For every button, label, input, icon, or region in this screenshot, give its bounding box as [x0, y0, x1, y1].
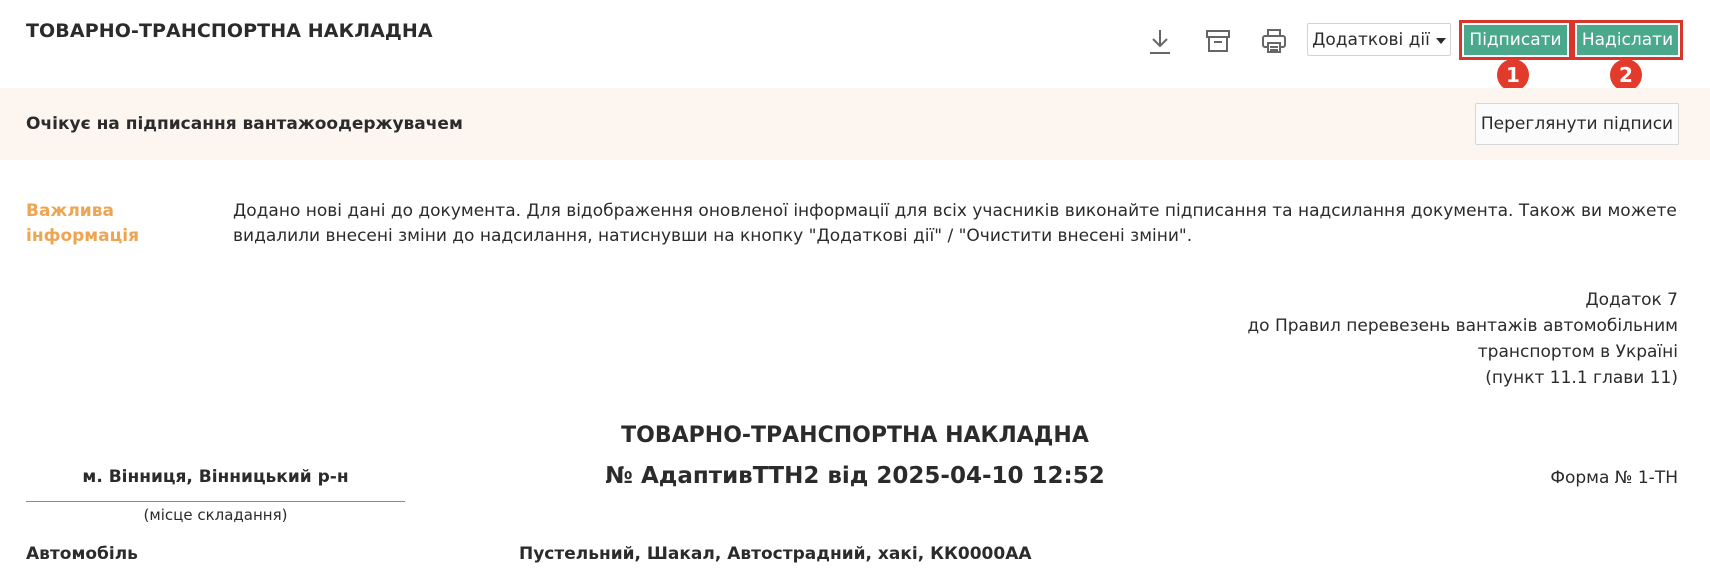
- step-badge-1: 1: [1497, 59, 1529, 91]
- appendix-line: транспортом в Україні: [1477, 342, 1678, 362]
- view-signatures-button[interactable]: Переглянути підписи: [1475, 103, 1679, 145]
- caret-down-icon: [1435, 37, 1446, 44]
- archive-icon[interactable]: [1201, 24, 1235, 58]
- divider: [26, 501, 405, 502]
- send-button[interactable]: Надіслати: [1572, 20, 1683, 60]
- notice-label: Важлива інформація: [26, 201, 139, 246]
- more-actions-dropdown[interactable]: Додаткові дії: [1307, 23, 1451, 56]
- status-text: Очікує на підписання вантажоодержувачем: [26, 114, 463, 134]
- appendix-line: Додаток 7: [1585, 290, 1678, 310]
- place-caption: (місце складання): [143, 506, 288, 524]
- print-icon[interactable]: [1257, 24, 1291, 58]
- document-title: ТОВАРНО-ТРАНСПОРТНА НАКЛАДНА: [621, 423, 1089, 448]
- vehicle-value: Пустельний, Шакал, Автострадний, хакі, К…: [519, 544, 1032, 564]
- appendix-note: Додаток 7 до Правил перевезень вантажів …: [1247, 287, 1678, 391]
- place-of-issue: м. Вінниця, Вінницький р-н: [82, 467, 349, 487]
- appendix-line: (пункт 11.1 глави 11): [1485, 368, 1678, 388]
- appendix-line: до Правил перевезень вантажів автомобіль…: [1247, 316, 1678, 336]
- download-icon[interactable]: [1143, 24, 1177, 58]
- page-title: ТОВАРНО-ТРАНСПОРТНА НАКЛАДНА: [26, 20, 433, 42]
- sign-button[interactable]: Підписати: [1459, 20, 1572, 60]
- more-actions-label: Додаткові дії: [1312, 29, 1430, 50]
- step-badge-2: 2: [1610, 59, 1642, 91]
- notice-text: Додано нові дані до документа. Для відоб…: [233, 201, 1677, 246]
- vehicle-label: Автомобіль: [26, 544, 138, 564]
- form-number: Форма № 1-ТН: [1550, 468, 1678, 488]
